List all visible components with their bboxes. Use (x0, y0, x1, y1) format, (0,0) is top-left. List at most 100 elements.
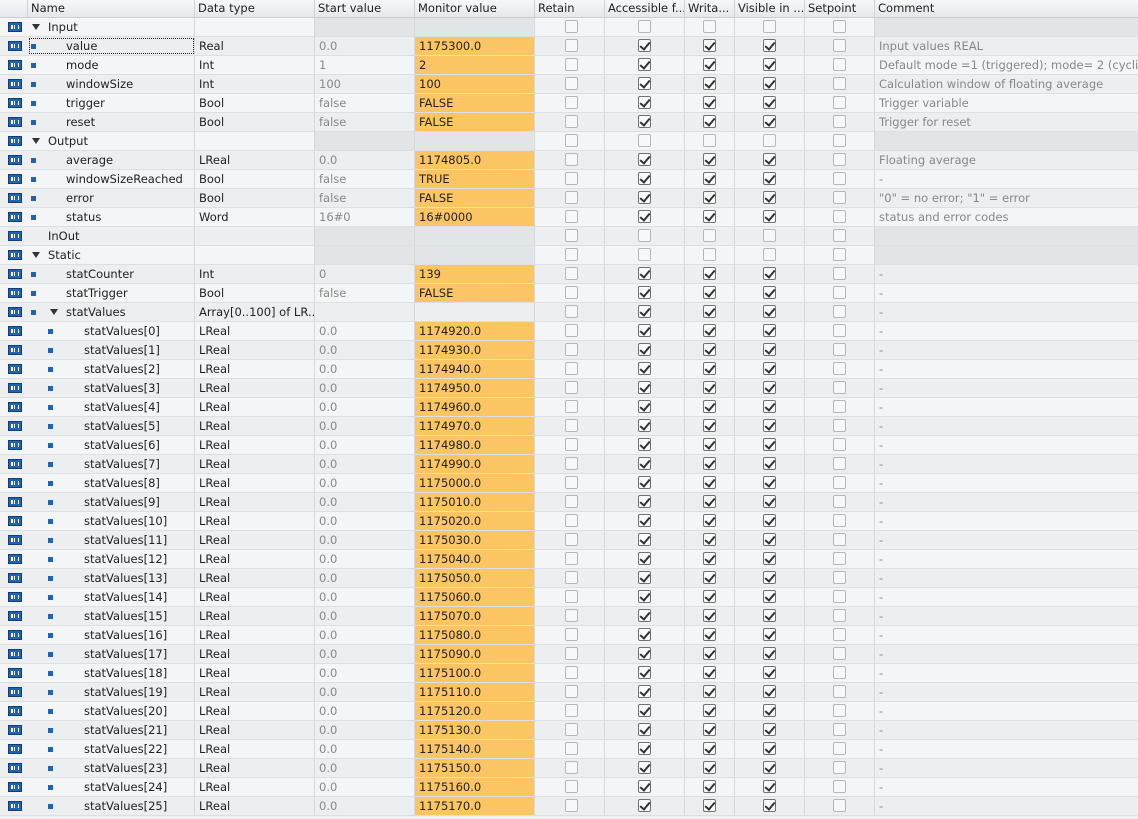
data-type-cell[interactable]: LReal (195, 417, 315, 435)
accessible-checkbox[interactable] (638, 210, 651, 223)
name-cell[interactable]: statValues[15] (28, 607, 195, 625)
visible-checkbox[interactable] (763, 400, 776, 413)
start-value-cell[interactable]: 0.0 (315, 740, 415, 758)
comment-cell[interactable]: - (875, 683, 1138, 701)
monitor-value-cell[interactable]: 1175030.0 (415, 531, 535, 549)
setpoint-checkbox[interactable] (833, 742, 846, 755)
setpoint-checkbox[interactable] (833, 58, 846, 71)
data-type-cell[interactable]: Bool (195, 189, 315, 207)
visible-checkbox[interactable] (763, 628, 776, 641)
start-value-cell[interactable] (315, 132, 415, 150)
accessible-checkbox[interactable] (638, 267, 651, 280)
data-type-cell[interactable]: LReal (195, 531, 315, 549)
header-writable[interactable]: Writa... (685, 0, 735, 17)
monitor-value-cell[interactable]: 1174805.0 (415, 151, 535, 169)
writable-checkbox[interactable] (703, 590, 716, 603)
writable-checkbox[interactable] (703, 134, 716, 147)
visible-checkbox[interactable] (763, 39, 776, 52)
setpoint-checkbox[interactable] (833, 571, 846, 584)
accessible-checkbox[interactable] (638, 723, 651, 736)
comment-cell[interactable]: - (875, 588, 1138, 606)
start-value-cell[interactable]: 0.0 (315, 398, 415, 416)
comment-cell[interactable]: status and error codes (875, 208, 1138, 226)
visible-checkbox[interactable] (763, 343, 776, 356)
header-monitor-value[interactable]: Monitor value (415, 0, 535, 17)
accessible-checkbox[interactable] (638, 324, 651, 337)
writable-checkbox[interactable] (703, 115, 716, 128)
setpoint-checkbox[interactable] (833, 96, 846, 109)
setpoint-checkbox[interactable] (833, 400, 846, 413)
data-type-cell[interactable]: LReal (195, 474, 315, 492)
start-value-cell[interactable]: 0.0 (315, 151, 415, 169)
accessible-checkbox[interactable] (638, 685, 651, 698)
comment-cell[interactable]: - (875, 170, 1138, 188)
data-type-cell[interactable]: LReal (195, 398, 315, 416)
setpoint-checkbox[interactable] (833, 305, 846, 318)
accessible-checkbox[interactable] (638, 666, 651, 679)
retain-checkbox[interactable] (565, 552, 578, 565)
visible-checkbox[interactable] (763, 248, 776, 261)
setpoint-checkbox[interactable] (833, 210, 846, 223)
writable-checkbox[interactable] (703, 305, 716, 318)
writable-checkbox[interactable] (703, 533, 716, 546)
table-row[interactable]: statValues[5] LReal 0.0 1174970.0 - (0, 417, 1138, 436)
visible-checkbox[interactable] (763, 723, 776, 736)
data-type-cell[interactable]: LReal (195, 664, 315, 682)
start-value-cell[interactable]: 0.0 (315, 626, 415, 644)
header-accessible[interactable]: Accessible f... (605, 0, 685, 17)
name-cell[interactable]: InOut (28, 227, 195, 245)
monitor-value-cell[interactable]: 1174930.0 (415, 341, 535, 359)
name-cell[interactable]: statValues[12] (28, 550, 195, 568)
setpoint-checkbox[interactable] (833, 476, 846, 489)
name-cell[interactable]: statValues[8] (28, 474, 195, 492)
setpoint-checkbox[interactable] (833, 609, 846, 622)
name-cell[interactable]: statValues[21] (28, 721, 195, 739)
visible-checkbox[interactable] (763, 514, 776, 527)
comment-cell[interactable] (875, 227, 1138, 245)
monitor-value-cell[interactable] (415, 18, 535, 36)
retain-checkbox[interactable] (565, 514, 578, 527)
expand-toggle-icon[interactable] (32, 138, 40, 144)
name-cell[interactable]: statValues[0] (28, 322, 195, 340)
start-value-cell[interactable]: 0.0 (315, 778, 415, 796)
retain-checkbox[interactable] (565, 780, 578, 793)
comment-cell[interactable]: - (875, 455, 1138, 473)
comment-cell[interactable]: "0" = no error; "1" = error (875, 189, 1138, 207)
name-cell[interactable]: statValues[4] (28, 398, 195, 416)
start-value-cell[interactable] (315, 227, 415, 245)
name-cell[interactable]: statValues[10] (28, 512, 195, 530)
table-row[interactable]: statValues[0] LReal 0.0 1174920.0 - (0, 322, 1138, 341)
retain-checkbox[interactable] (565, 666, 578, 679)
comment-cell[interactable] (875, 18, 1138, 36)
retain-checkbox[interactable] (565, 210, 578, 223)
start-value-cell[interactable]: false (315, 189, 415, 207)
table-row[interactable]: statValues[17] LReal 0.0 1175090.0 - (0, 645, 1138, 664)
comment-cell[interactable]: - (875, 702, 1138, 720)
data-type-cell[interactable]: Bool (195, 94, 315, 112)
accessible-checkbox[interactable] (638, 96, 651, 109)
accessible-checkbox[interactable] (638, 590, 651, 603)
table-row[interactable]: status Word 16#0 16#0000 status and error co… (0, 208, 1138, 227)
table-row[interactable]: statValues[15] LReal 0.0 1175070.0 - (0, 607, 1138, 626)
retain-checkbox[interactable] (565, 381, 578, 394)
name-cell[interactable]: Output (28, 132, 195, 150)
start-value-cell[interactable]: 0.0 (315, 607, 415, 625)
accessible-checkbox[interactable] (638, 533, 651, 546)
visible-checkbox[interactable] (763, 438, 776, 451)
retain-checkbox[interactable] (565, 438, 578, 451)
comment-cell[interactable]: - (875, 759, 1138, 777)
setpoint-checkbox[interactable] (833, 685, 846, 698)
retain-checkbox[interactable] (565, 419, 578, 432)
visible-checkbox[interactable] (763, 20, 776, 33)
comment-cell[interactable] (875, 132, 1138, 150)
monitor-value-cell[interactable]: FALSE (415, 284, 535, 302)
accessible-checkbox[interactable] (638, 362, 651, 375)
data-type-cell[interactable]: LReal (195, 322, 315, 340)
monitor-value-cell[interactable]: 1174940.0 (415, 360, 535, 378)
writable-checkbox[interactable] (703, 58, 716, 71)
table-row[interactable]: Output (0, 132, 1138, 151)
accessible-checkbox[interactable] (638, 780, 651, 793)
visible-checkbox[interactable] (763, 191, 776, 204)
start-value-cell[interactable]: 100 (315, 75, 415, 93)
visible-checkbox[interactable] (763, 115, 776, 128)
